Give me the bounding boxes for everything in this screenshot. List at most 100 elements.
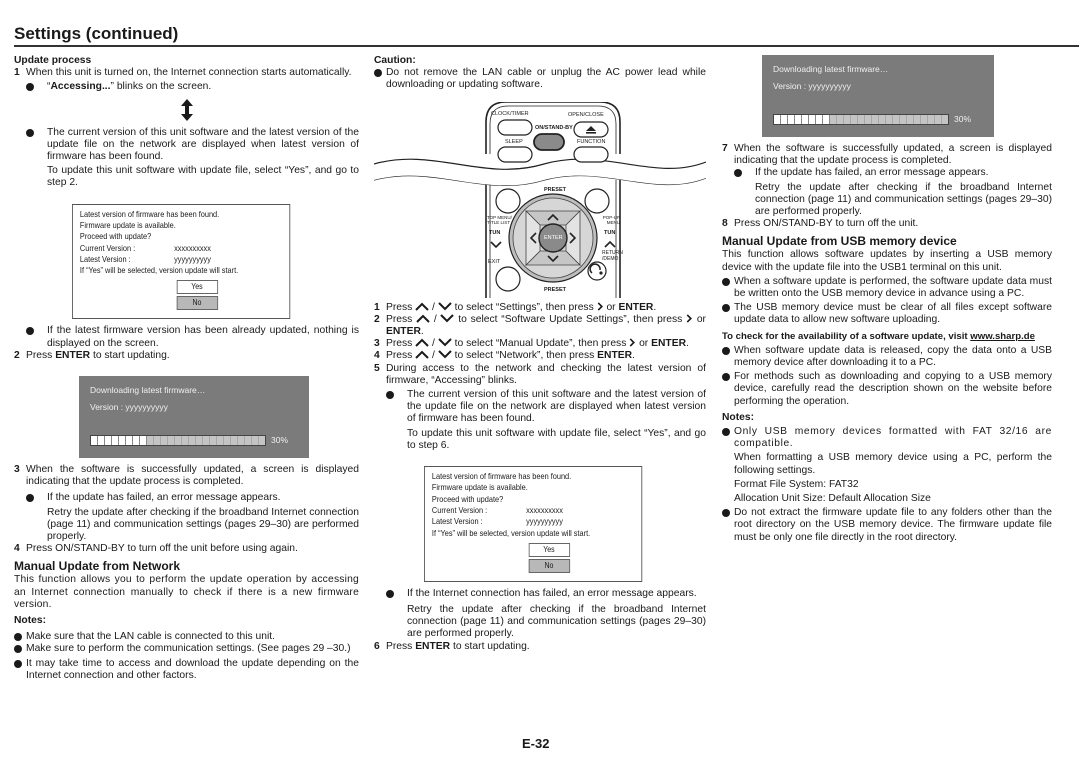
bullet-update-failed: If the update has failed, an error messa…: [14, 492, 359, 543]
preset-top-label: PRESET: [544, 186, 567, 193]
note-item: Only USB memory devices formatted with F…: [722, 426, 1052, 505]
page-title: Settings (continued): [14, 24, 179, 43]
up-down-arrow-icon: [14, 98, 359, 121]
nav-step: 4 Press / to select “Network”, then press…: [374, 350, 635, 362]
no-button[interactable]: No: [528, 558, 570, 573]
right-column: Downloading latest firmware… Version : y…: [722, 55, 1052, 544]
progress-segment: [98, 436, 105, 446]
note-item: It may take time to access and download …: [14, 658, 359, 682]
preset-bottom-label: PRESET: [544, 286, 567, 293]
step-8: 8 Press ON/STAND-BY to turn off the unit…: [722, 218, 919, 230]
progress-segment: [795, 115, 802, 124]
bullet-update-failed: If the update has failed, an error messa…: [722, 167, 1052, 218]
note-item: Make sure that the LAN cable is connecte…: [14, 631, 359, 643]
progress-segment: [802, 115, 809, 124]
progress-segment: [781, 115, 788, 124]
bullet-icon: [722, 277, 730, 286]
up-arrow-icon: [415, 338, 429, 349]
progress-percent: 30%: [271, 435, 289, 446]
manual-update-usb-heading: Manual Update from USB memory device: [722, 234, 957, 249]
progress-segment: [112, 436, 119, 446]
remote-control-illustration: CLOCK/TIMER OPEN/CLOSE ON/STAND-BY SLEEP…: [374, 101, 706, 298]
manual-update-network-heading: Manual Update from Network: [14, 559, 181, 574]
open-close-label: OPEN/CLOSE: [568, 111, 604, 118]
yes-button[interactable]: Yes: [176, 280, 218, 295]
bullet-current-version: The current version of this unit softwar…: [374, 389, 706, 452]
tun-down-label: TUN: [489, 229, 501, 236]
caution-item: Do not remove the LAN cable or unplug th…: [374, 67, 706, 91]
step-4: 4 Press ON/STAND-BY to turn off the unit…: [14, 543, 298, 555]
right-arrow-icon: [686, 314, 693, 325]
down-arrow-icon: [438, 350, 452, 361]
current-version-value: xxxxxxxxxx: [526, 504, 563, 515]
bullet-icon: [722, 428, 730, 437]
latest-version-value: yyyyyyyyyy: [174, 253, 211, 264]
bullet-icon: [386, 589, 394, 598]
bullet-icon: [26, 128, 34, 137]
return-demo-label: RETURN /DEMO: [602, 249, 623, 262]
sleep-label: SLEEP: [505, 138, 523, 145]
no-button[interactable]: No: [176, 296, 218, 311]
bullet-icon: [722, 346, 730, 355]
latest-version-value: yyyyyyyyyy: [526, 516, 563, 527]
down-arrow-icon: [438, 301, 452, 313]
notes-label: Notes:: [722, 411, 755, 423]
tun-up-label: TUN: [604, 229, 616, 236]
up-arrow-icon: [415, 302, 429, 313]
usb-bullet: The USB memory device must be clear of a…: [722, 302, 1052, 326]
exit-label: EXIT: [488, 258, 501, 265]
progress-segment: [91, 436, 98, 446]
function-label: FUNCTION: [577, 138, 606, 145]
current-version-value: xxxxxxxxxx: [174, 242, 211, 253]
note-item: Do not extract the firmware update file …: [722, 507, 1052, 544]
progress-segment: [816, 115, 823, 124]
progress-segment: [133, 436, 140, 446]
bullet-icon: [14, 633, 22, 642]
bullet-icon: [722, 304, 730, 313]
firmware-found-dialog: Latest version of firmware has been foun…: [72, 203, 291, 320]
down-arrow-icon: [438, 338, 452, 349]
accessing-label: Accessing...: [50, 81, 111, 93]
bullet-icon: [722, 373, 730, 382]
progress-bar: [90, 435, 266, 447]
progress-percent: 30%: [954, 114, 972, 124]
progress-segment: [774, 115, 781, 124]
download-progress-screen: Downloading latest firmware… Version : y…: [79, 376, 309, 459]
down-arrow-icon: [440, 314, 455, 325]
bullet-icon: [14, 645, 22, 654]
bullet-icon: [722, 509, 730, 518]
step-7: 7 When the software is successfully upda…: [722, 143, 1052, 167]
on-standby-button[interactable]: [534, 135, 564, 151]
usb-bullet: For methods such as downloading and copy…: [722, 371, 1052, 408]
popup-menu-label: POP-UP MENU: [602, 214, 620, 225]
bullet-connection-failed: If the Internet connection has failed, a…: [374, 588, 706, 641]
nav-step: 1 Press / to select “Settings”, then pres…: [374, 301, 657, 313]
page-number: E-32: [522, 736, 550, 751]
clock-timer-label: CLOCK/TIMER: [491, 110, 529, 117]
bullet-icon: [26, 494, 34, 503]
up-arrow-icon: [415, 350, 429, 361]
usb-bullet: When software update data is released, c…: [722, 345, 1052, 369]
enter-button[interactable]: ENTER: [544, 235, 563, 241]
bullet-icon: [734, 169, 742, 178]
step-number: 1: [14, 67, 20, 79]
up-arrow-icon: [416, 314, 430, 325]
progress-segment: [140, 436, 147, 446]
bullet-accessing: “Accessing...” blinks on the screen.: [14, 81, 359, 93]
progress-segment: [126, 436, 133, 446]
step-2: 2 Press ENTER to start updating.: [14, 349, 170, 361]
bullet-current-version: The current version of this unit softwar…: [14, 127, 359, 190]
step-1: 1 When this unit is turned on, the Inter…: [14, 67, 359, 79]
left-column: Update process 1 When this unit is turne…: [14, 55, 359, 682]
bullet-icon: [26, 83, 34, 92]
sharp-website-link[interactable]: www.sharp.de: [970, 331, 1035, 342]
step-6: 6 Press ENTER to start updating.: [374, 640, 530, 652]
progress-segment: [119, 436, 126, 446]
firmware-found-dialog: Latest version of firmware has been foun…: [424, 466, 643, 582]
right-arrow-icon: [597, 301, 604, 313]
yes-button[interactable]: Yes: [528, 542, 570, 557]
step-5: 5 During access to the network and check…: [374, 362, 706, 386]
bullet-icon: [374, 69, 382, 78]
bullet-already-updated: If the latest firmware version has been …: [14, 325, 359, 349]
usb-bullet: When a software update is performed, the…: [722, 276, 1052, 300]
